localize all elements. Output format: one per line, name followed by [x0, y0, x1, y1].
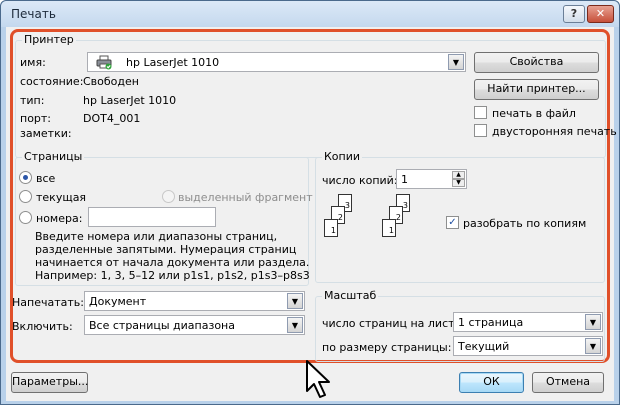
print-dialog: Печать ? ✕ Принтер имя: hp LaserJet 1010… — [0, 0, 620, 405]
zoom-legend: Масштаб — [322, 289, 379, 302]
current-page-radio[interactable] — [19, 190, 32, 203]
close-button[interactable]: ✕ — [587, 5, 614, 23]
collate-label[interactable]: разобрать по копиям — [463, 217, 586, 230]
page-thumb: 1 — [324, 219, 338, 237]
ok-button[interactable]: ОК — [459, 372, 524, 393]
pages-legend: Страницы — [22, 150, 85, 163]
page-thumb: 1 — [382, 219, 396, 237]
properties-button[interactable]: Свойства — [474, 52, 599, 73]
printer-name-select[interactable]: hp LaserJet 1010 ▼ — [87, 52, 466, 72]
print-what-select[interactable]: Документ ▼ — [84, 291, 305, 311]
print-to-file-checkbox[interactable] — [474, 106, 487, 119]
help-button[interactable]: ? — [563, 5, 585, 23]
printer-name-label: имя: — [20, 56, 46, 69]
type-label: тип: — [20, 94, 45, 107]
print-to-file-label[interactable]: печать в файл — [492, 107, 576, 120]
port-label: порт: — [20, 112, 52, 125]
duplex-label[interactable]: двусторонняя печать — [492, 125, 617, 138]
pages-per-sheet-value: 1 страница — [458, 316, 524, 329]
options-button[interactable]: Параметры... — [11, 372, 88, 393]
copies-count-input[interactable]: 1 ▲ ▼ — [396, 169, 467, 189]
hint-line: разделенные запятыми. Нумерация страниц — [35, 243, 297, 256]
collate-checkbox[interactable]: ✓ — [446, 216, 459, 229]
spin-up-icon[interactable]: ▲ — [452, 171, 465, 179]
print-what-label: Напечатать: — [12, 296, 84, 309]
dialog-body: Принтер имя: hp LaserJet 1010 ▼ состояни… — [6, 27, 617, 404]
page-numbers-radio[interactable] — [19, 211, 32, 224]
type-value: hp LaserJet 1010 — [83, 94, 177, 107]
include-select[interactable]: Все страницы диапазона ▼ — [84, 315, 305, 335]
scale-to-paper-value: Текущий — [458, 340, 510, 353]
page-numbers-label[interactable]: номера: — [36, 212, 82, 225]
copies-spinner[interactable]: ▲ ▼ — [452, 171, 465, 187]
find-printer-button[interactable]: Найти принтер... — [474, 79, 599, 100]
hint-line: Например: 1, 3, 5–12 или p1s1, p1s2, p1s… — [35, 269, 310, 282]
copies-legend: Копии — [322, 150, 363, 163]
hint-line: Введите номера или диапазоны страниц, — [35, 230, 278, 243]
status-value: Свободен — [83, 75, 139, 88]
include-label: Включить: — [12, 320, 73, 333]
duplex-checkbox[interactable] — [474, 124, 487, 137]
chevron-down-icon[interactable]: ▼ — [448, 54, 464, 70]
scale-to-paper-label: по размеру страницы: — [322, 341, 452, 354]
copies-count-value: 1 — [401, 173, 408, 186]
printer-icon — [96, 55, 112, 73]
hint-line: начинается от начала документа или разде… — [35, 256, 310, 269]
printer-name-value: hp LaserJet 1010 — [126, 56, 220, 69]
all-pages-label[interactable]: все — [36, 172, 55, 185]
selection-radio — [162, 190, 175, 203]
copies-count-label: число копий: — [322, 174, 398, 187]
page-range-hint: Введите номера или диапазоны страниц, ра… — [35, 230, 310, 282]
print-what-value: Документ — [89, 295, 147, 308]
notes-label: заметки: — [20, 127, 72, 140]
printer-legend: Принтер — [22, 33, 76, 46]
mouse-cursor-icon — [304, 359, 334, 404]
collate-illustration: 3 2 1 3 2 1 — [320, 192, 440, 252]
scale-to-paper-select[interactable]: Текущий ▼ — [453, 336, 603, 356]
chevron-down-icon[interactable]: ▼ — [287, 317, 303, 333]
chevron-down-icon[interactable]: ▼ — [287, 293, 303, 309]
all-pages-radio[interactable] — [19, 171, 32, 184]
pages-per-sheet-label: число страниц на листе: — [322, 317, 465, 330]
page-numbers-input[interactable] — [88, 207, 216, 227]
window-title: Печать — [11, 7, 56, 21]
chevron-down-icon[interactable]: ▼ — [585, 314, 601, 330]
port-value: DOT4_001 — [83, 112, 141, 125]
title-bar[interactable]: Печать ? ✕ — [1, 1, 619, 27]
cancel-button[interactable]: Отмена — [532, 372, 604, 393]
include-value: Все страницы диапазона — [89, 319, 235, 332]
selection-label: выделенный фрагмент — [178, 191, 313, 204]
status-label: состояние: — [20, 75, 84, 88]
spin-down-icon[interactable]: ▼ — [452, 179, 465, 187]
current-page-label[interactable]: текущая — [36, 191, 86, 204]
chevron-down-icon[interactable]: ▼ — [585, 338, 601, 354]
pages-per-sheet-select[interactable]: 1 страница ▼ — [453, 312, 603, 332]
